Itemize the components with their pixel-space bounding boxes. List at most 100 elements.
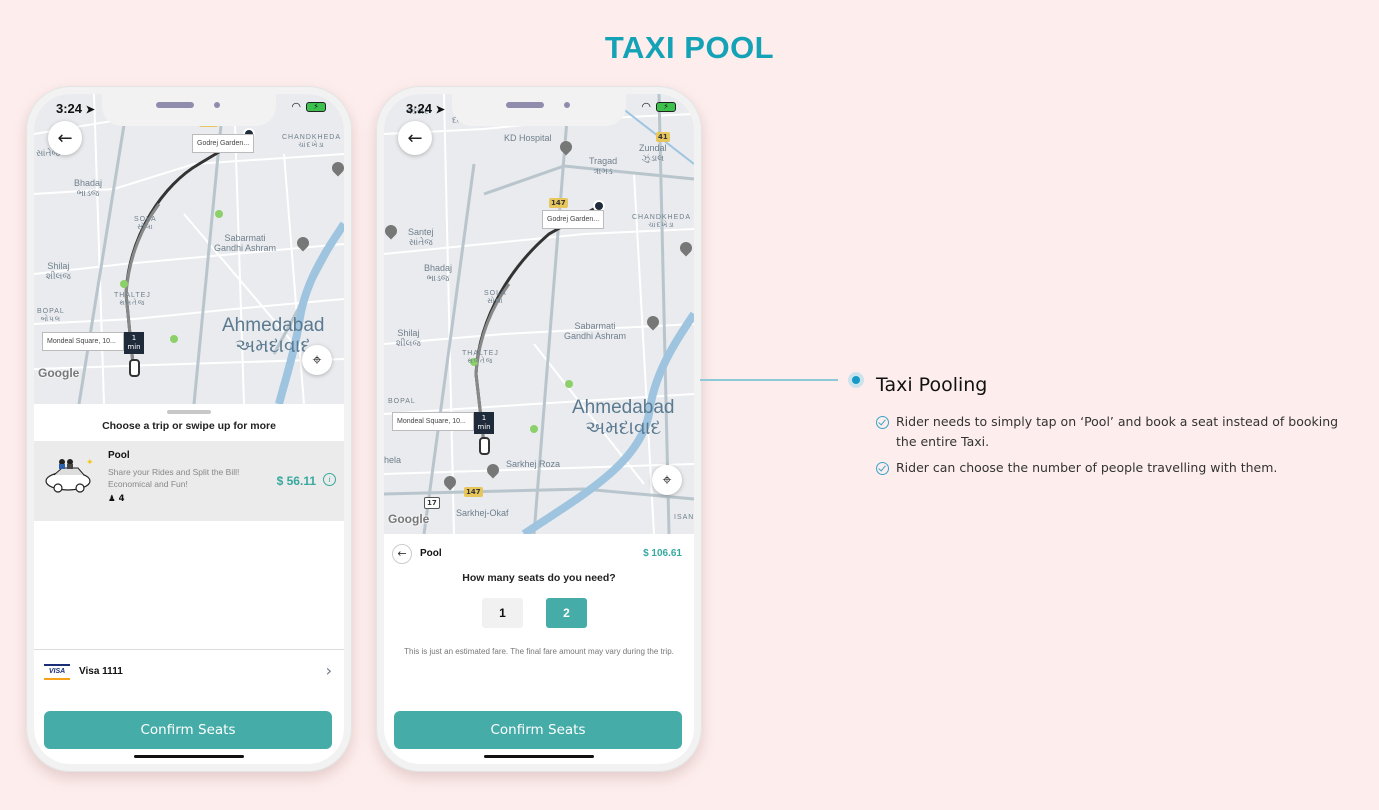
map-view[interactable]: 147 CHANDKHEDAચાંદખેડા સાંતેજ Bhadajભાડજ… — [34, 94, 344, 404]
connector-line — [700, 379, 838, 381]
map-label-thaltej: THALTEJ થલતેજ — [114, 292, 151, 307]
map-label-hela: hela — [384, 455, 402, 465]
arrow-left-icon: ← — [397, 547, 407, 560]
map-label-sarkhej-roza: Sarkhej Roza — [506, 459, 561, 469]
eta-badge: 1 min — [474, 412, 494, 434]
map-label-city: Ahmedabad અમદાવાદ — [572, 397, 675, 439]
dropoff-tag[interactable]: Godrej Garden... — [542, 210, 605, 229]
google-logo: Google — [388, 512, 430, 526]
map-label-isan: ISAN — [674, 514, 694, 521]
road-shield-41: 41 — [656, 132, 670, 142]
map-label-kd-hospital: KD Hospital — [504, 133, 552, 143]
pool-car-illustration-icon: ✦ — [45, 458, 94, 493]
info-icon[interactable]: i — [323, 473, 336, 486]
map-label-santej: Santej સાંતેજ — [408, 227, 434, 247]
battery-charging-icon: ⚡ — [306, 101, 326, 112]
status-time: 3:24 ➤ — [56, 101, 95, 116]
back-button[interactable]: ← — [398, 121, 432, 155]
status-clock: 3:24 — [56, 101, 83, 116]
arrow-left-icon: ← — [57, 127, 73, 149]
map-label-bopal: BOPAL બોપલ — [37, 308, 65, 323]
map-label-bopal: BOPAL — [388, 398, 416, 405]
home-indicator — [484, 755, 594, 758]
dropoff-tag[interactable]: Godrej Garden... — [192, 134, 255, 153]
pickup-tag[interactable]: Mondeal Square, 10... — [42, 332, 124, 351]
sheet-back-button[interactable]: ← — [392, 544, 412, 564]
crosshair-icon: ⌖ — [312, 350, 322, 369]
map-label-bhadaj: Bhadaj ભાડજ — [74, 178, 103, 198]
bullet-dot-icon — [848, 372, 864, 388]
speaker-grille — [506, 102, 544, 108]
recenter-button[interactable]: ⌖ — [652, 465, 682, 495]
ride-capacity: ♟ 4 — [108, 494, 125, 504]
seat-question: How many seats do you need? — [462, 572, 616, 584]
status-clock: 3:24 — [406, 101, 433, 116]
ride-name: Pool — [108, 450, 130, 461]
feature-point-text: Rider needs to simply tap on ‘Pool’ and … — [896, 414, 1339, 449]
map-label-chandkheda: CHANDKHEDA ચાંદખેડા — [632, 214, 692, 229]
battery-charging-icon: ⚡ — [656, 101, 676, 112]
feature-point-text: Rider can choose the number of people tr… — [896, 460, 1278, 475]
map-label-bhadaj: Bhadaj ભાડજ — [424, 263, 453, 283]
seat-option-2-selected[interactable]: 2 — [546, 598, 587, 628]
status-icons: ◠ ⚡ — [291, 100, 326, 113]
wifi-icon: ◠ — [641, 100, 651, 113]
wifi-icon: ◠ — [291, 100, 301, 113]
phone-notch — [452, 94, 626, 126]
payment-method-label: Visa 1111 — [79, 666, 123, 677]
phone-mockup-trip-selection: 3:24 ➤ ◠ ⚡ CHANDKHEDA ચાંદખેડા સાંતેજ Bh… — [26, 86, 352, 772]
map-label-tragad: Tragad ત્રાગડ — [589, 156, 618, 176]
payment-method-row[interactable]: VISA Visa 1111 › — [34, 649, 344, 694]
check-circle-icon — [876, 416, 889, 429]
ride-price: $ 106.61 — [643, 548, 682, 559]
phone-notch — [102, 94, 276, 126]
map-label-sola: SOLA સોલા — [134, 216, 157, 231]
feature-list: Rider needs to simply tap on ‘Pool’ and … — [876, 412, 1346, 484]
back-button[interactable]: ← — [48, 121, 82, 155]
recenter-button[interactable]: ⌖ — [302, 345, 332, 375]
map-label-sabarmati-ashram: Sabarmati Gandhi Ashram — [564, 321, 627, 341]
fare-disclaimer: This is just an estimated fare. The fina… — [404, 647, 674, 656]
map-view[interactable]: વડસર Dantaliદંતાલિયા કોટેશ્વર KD Hospita… — [384, 94, 694, 534]
feature-point: Rider needs to simply tap on ‘Pool’ and … — [876, 412, 1346, 452]
google-logo: Google — [38, 366, 80, 380]
map-label-thaltej: THALTEJ થલતેજ — [462, 350, 499, 365]
person-icon: ♟ — [108, 494, 116, 504]
phone-mockup-seat-selection: 3:24 ➤ ◠ ⚡ વડસર KD Hospital Tragad ત્રાગ… — [376, 86, 702, 772]
speaker-grille — [156, 102, 194, 108]
front-camera — [214, 102, 220, 108]
crosshair-icon: ⌖ — [662, 470, 672, 489]
location-arrow-icon: ➤ — [85, 104, 95, 116]
seat-option-1[interactable]: 1 — [482, 598, 523, 628]
feature-point: Rider can choose the number of people tr… — [876, 458, 1346, 478]
car-marker-icon — [129, 359, 140, 377]
feature-title: Taxi Pooling — [876, 374, 988, 396]
page-title: TAXI POOL — [604, 30, 775, 65]
phone-screen: 3:24 ➤ ◠ ⚡ — [384, 94, 694, 764]
road-shield-17: 17 — [424, 497, 440, 509]
phone-screen: 3:24 ➤ ◠ ⚡ — [34, 94, 344, 764]
ride-option-pool[interactable]: ✦ Pool Share your Rides and Split the Bi… — [34, 441, 344, 521]
road-shield-147: 147 — [549, 198, 568, 208]
confirm-seats-button[interactable]: Confirm Seats — [44, 711, 332, 749]
map-label-sola: SOLA સોલા — [484, 290, 507, 305]
front-camera — [564, 102, 570, 108]
check-circle-icon — [876, 462, 889, 475]
chevron-right-icon: › — [325, 661, 332, 680]
arrow-left-icon: ← — [407, 127, 423, 149]
visa-card-icon: VISA — [44, 664, 70, 680]
confirm-seats-button[interactable]: Confirm Seats — [394, 711, 682, 749]
status-time: 3:24 ➤ — [406, 101, 445, 116]
trip-options-sheet: Choose a trip or swipe up for more ✦ Poo… — [34, 404, 344, 649]
sheet-hint: Choose a trip or swipe up for more — [102, 420, 276, 432]
ride-description: Share your Rides and Split the Bill! Eco… — [108, 467, 240, 489]
map-label-sarkhej-okaf: Sarkhej-Okaf — [456, 508, 509, 518]
ride-price: $ 56.11 — [276, 474, 316, 488]
map-label-chandkheda: CHANDKHEDA ચાંદખેડા — [282, 134, 342, 149]
home-indicator — [134, 755, 244, 758]
pickup-tag[interactable]: Mondeal Square, 10... — [392, 412, 474, 431]
map-label-zundal: Zundal ઝુંડાલ — [639, 143, 667, 163]
drag-handle[interactable] — [167, 410, 211, 414]
eta-badge: 1 min — [124, 332, 144, 354]
svg-text:✦: ✦ — [86, 458, 94, 468]
